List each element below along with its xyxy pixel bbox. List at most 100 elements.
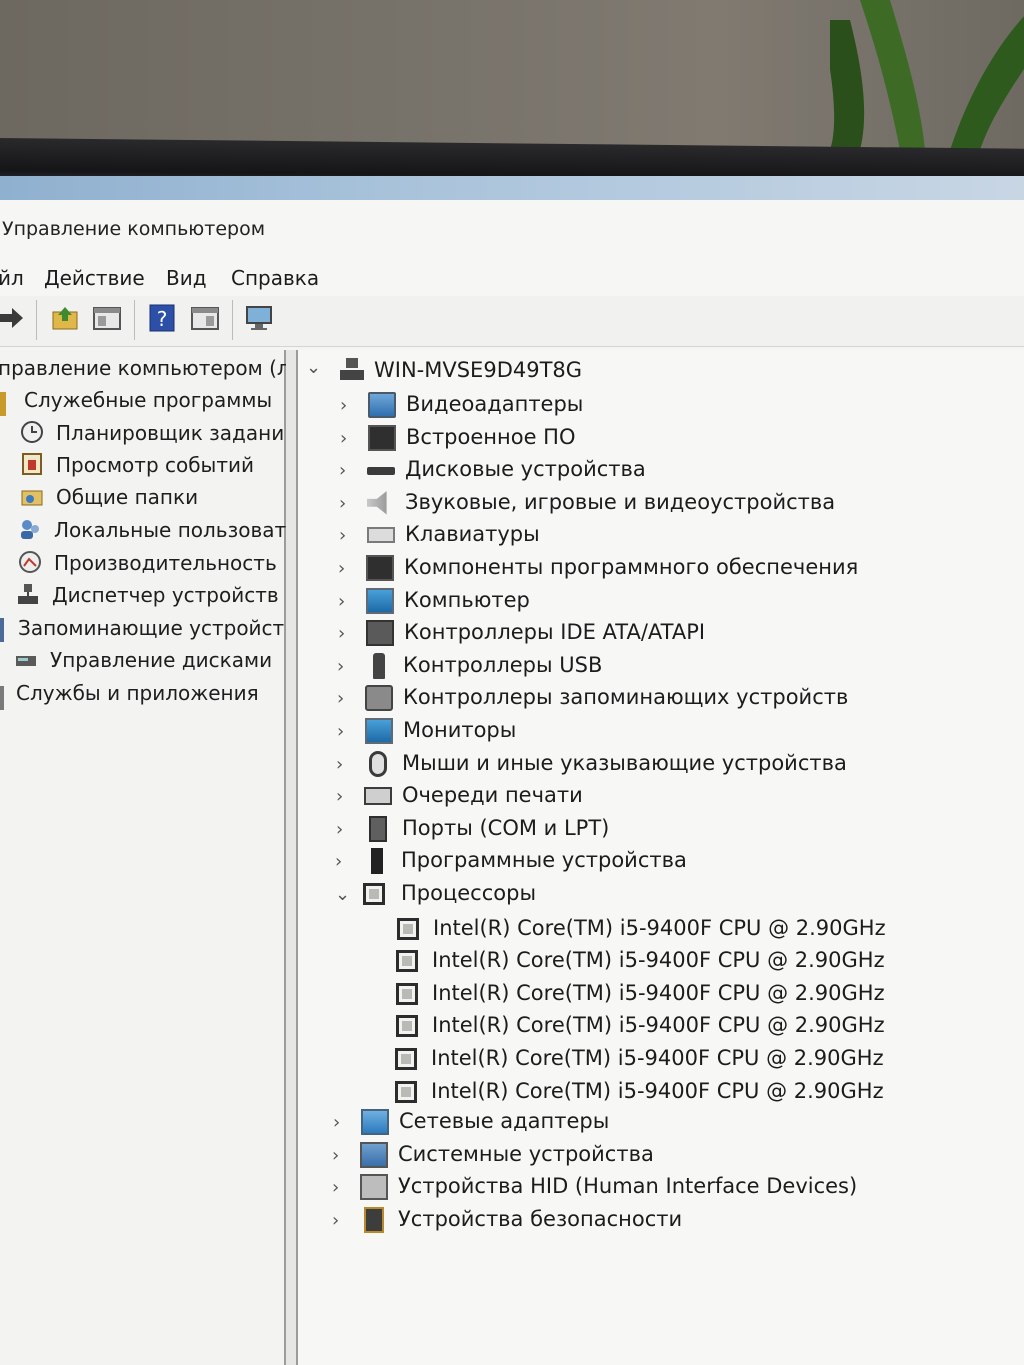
device-category-label[interactable]: Дисковые устройства xyxy=(405,457,646,481)
shared-folder-icon xyxy=(21,490,43,506)
disk-drive-icon xyxy=(367,467,395,476)
device-category-label[interactable]: Звуковые, игровые и видеоустройства xyxy=(405,490,835,514)
title-bar: Управление компьютером xyxy=(0,200,1024,256)
menu-action[interactable]: Действие xyxy=(44,266,145,290)
nav-item-shared-folders[interactable]: Общие папки xyxy=(56,485,198,509)
device-category-label[interactable]: Встроенное ПО xyxy=(406,425,576,449)
chevron-right-icon[interactable]: › xyxy=(339,494,355,512)
help-icon[interactable]: ? xyxy=(147,303,177,333)
tree-root[interactable]: правление компьютером (л xyxy=(0,356,290,380)
chevron-right-icon[interactable]: › xyxy=(338,592,354,610)
chevron-down-icon[interactable]: ⌄ xyxy=(306,359,322,377)
device-category-label[interactable]: Контроллеры USB xyxy=(403,653,602,677)
computer-management-window: Управление компьютером йл Действие Вид С… xyxy=(0,200,1024,1365)
tools-icon xyxy=(0,392,6,416)
device-category-label[interactable]: Контроллеры запоминающих устройств xyxy=(403,685,848,709)
security-device-icon xyxy=(364,1207,384,1233)
device-category-label[interactable]: Сетевые адаптеры xyxy=(399,1109,609,1133)
processor-item[interactable]: Intel(R) Core(TM) i5-9400F CPU @ 2.90GHz xyxy=(431,1079,884,1103)
device-category-label[interactable]: Компоненты программного обеспечения xyxy=(404,555,858,579)
hid-icon xyxy=(360,1174,388,1201)
nav-item-system-tools[interactable]: Служебные программы xyxy=(24,388,272,412)
services-icon xyxy=(0,686,4,710)
chevron-right-icon[interactable]: › xyxy=(337,723,353,741)
menu-help[interactable]: Справка xyxy=(231,266,319,290)
chevron-right-icon[interactable]: › xyxy=(339,462,355,480)
nav-item-services[interactable]: Службы и приложения xyxy=(16,681,259,705)
device-tree-pane: ⌄ WIN-MVSE9D49T8G › Видеоадаптеры › Встроен… xyxy=(296,350,1024,1365)
nav-item-local-users[interactable]: Локальные пользовате xyxy=(54,518,298,542)
port-icon xyxy=(369,815,387,842)
plant-leaves xyxy=(830,0,1024,150)
chevron-right-icon[interactable]: › xyxy=(337,657,353,675)
show-hide-tree-icon[interactable] xyxy=(92,303,122,333)
device-category-label[interactable]: Системные устройства xyxy=(398,1142,654,1166)
processor-icon xyxy=(396,1015,418,1038)
device-category-label[interactable]: Очереди печати xyxy=(402,783,583,807)
device-category-label[interactable]: Мыши и иные указывающие устройства xyxy=(402,751,847,775)
monitor-icon xyxy=(365,718,393,744)
chevron-right-icon[interactable]: › xyxy=(335,853,351,871)
chevron-right-icon[interactable]: › xyxy=(340,397,356,415)
device-category-label[interactable]: Клавиатуры xyxy=(405,522,540,546)
usb-icon xyxy=(373,652,385,679)
monitor-scan-icon[interactable] xyxy=(244,303,274,333)
chevron-right-icon[interactable]: › xyxy=(332,1146,348,1164)
forward-arrow-icon[interactable] xyxy=(0,303,26,333)
storage-controller-icon xyxy=(365,685,393,712)
properties-pane-icon[interactable] xyxy=(190,303,220,333)
chevron-right-icon[interactable]: › xyxy=(337,690,353,708)
processor-icon xyxy=(395,1048,417,1070)
processor-item[interactable]: Intel(R) Core(TM) i5-9400F CPU @ 2.90GHz xyxy=(432,981,885,1005)
chevron-right-icon[interactable]: › xyxy=(332,1212,348,1230)
network-adapter-icon xyxy=(361,1109,389,1136)
device-category-label[interactable]: Процессоры xyxy=(401,881,536,905)
nav-item-performance[interactable]: Производительность xyxy=(54,551,277,575)
device-category-label[interactable]: Видеоадаптеры xyxy=(406,392,583,416)
chevron-right-icon[interactable]: › xyxy=(340,429,356,447)
processor-icon xyxy=(396,982,418,1005)
chevron-right-icon[interactable]: › xyxy=(339,527,355,545)
toolbar-separator xyxy=(232,300,233,340)
computer-host-icon xyxy=(340,358,364,380)
ide-controller-icon xyxy=(366,620,394,647)
up-folder-icon[interactable] xyxy=(50,303,80,333)
processor-icon xyxy=(396,950,418,973)
chevron-right-icon[interactable]: › xyxy=(336,755,352,773)
nav-item-task-scheduler[interactable]: Планировщик заданий xyxy=(56,421,297,445)
performance-icon xyxy=(19,551,41,573)
device-category-label[interactable]: Мониторы xyxy=(403,718,516,742)
chevron-right-icon[interactable]: › xyxy=(336,788,352,806)
nav-item-device-manager[interactable]: Диспетчер устройств xyxy=(52,583,279,607)
nav-item-storage[interactable]: Запоминающие устройст xyxy=(18,616,284,640)
chevron-right-icon[interactable]: › xyxy=(332,1179,348,1197)
processor-item[interactable]: Intel(R) Core(TM) i5-9400F CPU @ 2.90GHz xyxy=(432,1013,885,1037)
print-queue-icon xyxy=(364,787,392,806)
menu-file[interactable]: йл xyxy=(0,266,24,290)
device-category-label[interactable]: Компьютер xyxy=(404,588,530,612)
host-name[interactable]: WIN-MVSE9D49T8G xyxy=(374,358,582,382)
pane-splitter[interactable] xyxy=(286,350,296,1365)
chevron-right-icon[interactable]: › xyxy=(338,560,354,578)
device-category-label[interactable]: Устройства HID (Human Interface Devices) xyxy=(398,1174,857,1198)
firmware-icon xyxy=(368,424,396,451)
device-category-label[interactable]: Программные устройства xyxy=(401,848,687,872)
processor-item[interactable]: Intel(R) Core(TM) i5-9400F CPU @ 2.90GHz xyxy=(432,948,885,972)
event-viewer-icon xyxy=(22,453,42,475)
processor-item[interactable]: Intel(R) Core(TM) i5-9400F CPU @ 2.90GHz xyxy=(433,916,886,940)
processor-item[interactable]: Intel(R) Core(TM) i5-9400F CPU @ 2.90GHz xyxy=(431,1046,884,1070)
storage-icon xyxy=(0,618,4,642)
menu-bar xyxy=(0,256,1024,296)
sound-icon xyxy=(367,491,387,515)
nav-item-event-viewer[interactable]: Просмотр событий xyxy=(56,453,254,477)
display-adapter-icon xyxy=(368,392,396,418)
chevron-down-icon[interactable]: ⌄ xyxy=(335,886,351,904)
nav-item-disk-management[interactable]: Управление дисками xyxy=(50,648,272,672)
menu-view[interactable]: Вид xyxy=(166,266,207,290)
chevron-right-icon[interactable]: › xyxy=(333,1114,349,1132)
device-category-label[interactable]: Порты (COM и LPT) xyxy=(402,816,609,840)
chevron-right-icon[interactable]: › xyxy=(338,625,354,643)
chevron-right-icon[interactable]: › xyxy=(336,820,352,838)
device-category-label[interactable]: Устройства безопасности xyxy=(398,1207,682,1231)
device-category-label[interactable]: Контроллеры IDE ATA/ATAPI xyxy=(404,620,705,644)
